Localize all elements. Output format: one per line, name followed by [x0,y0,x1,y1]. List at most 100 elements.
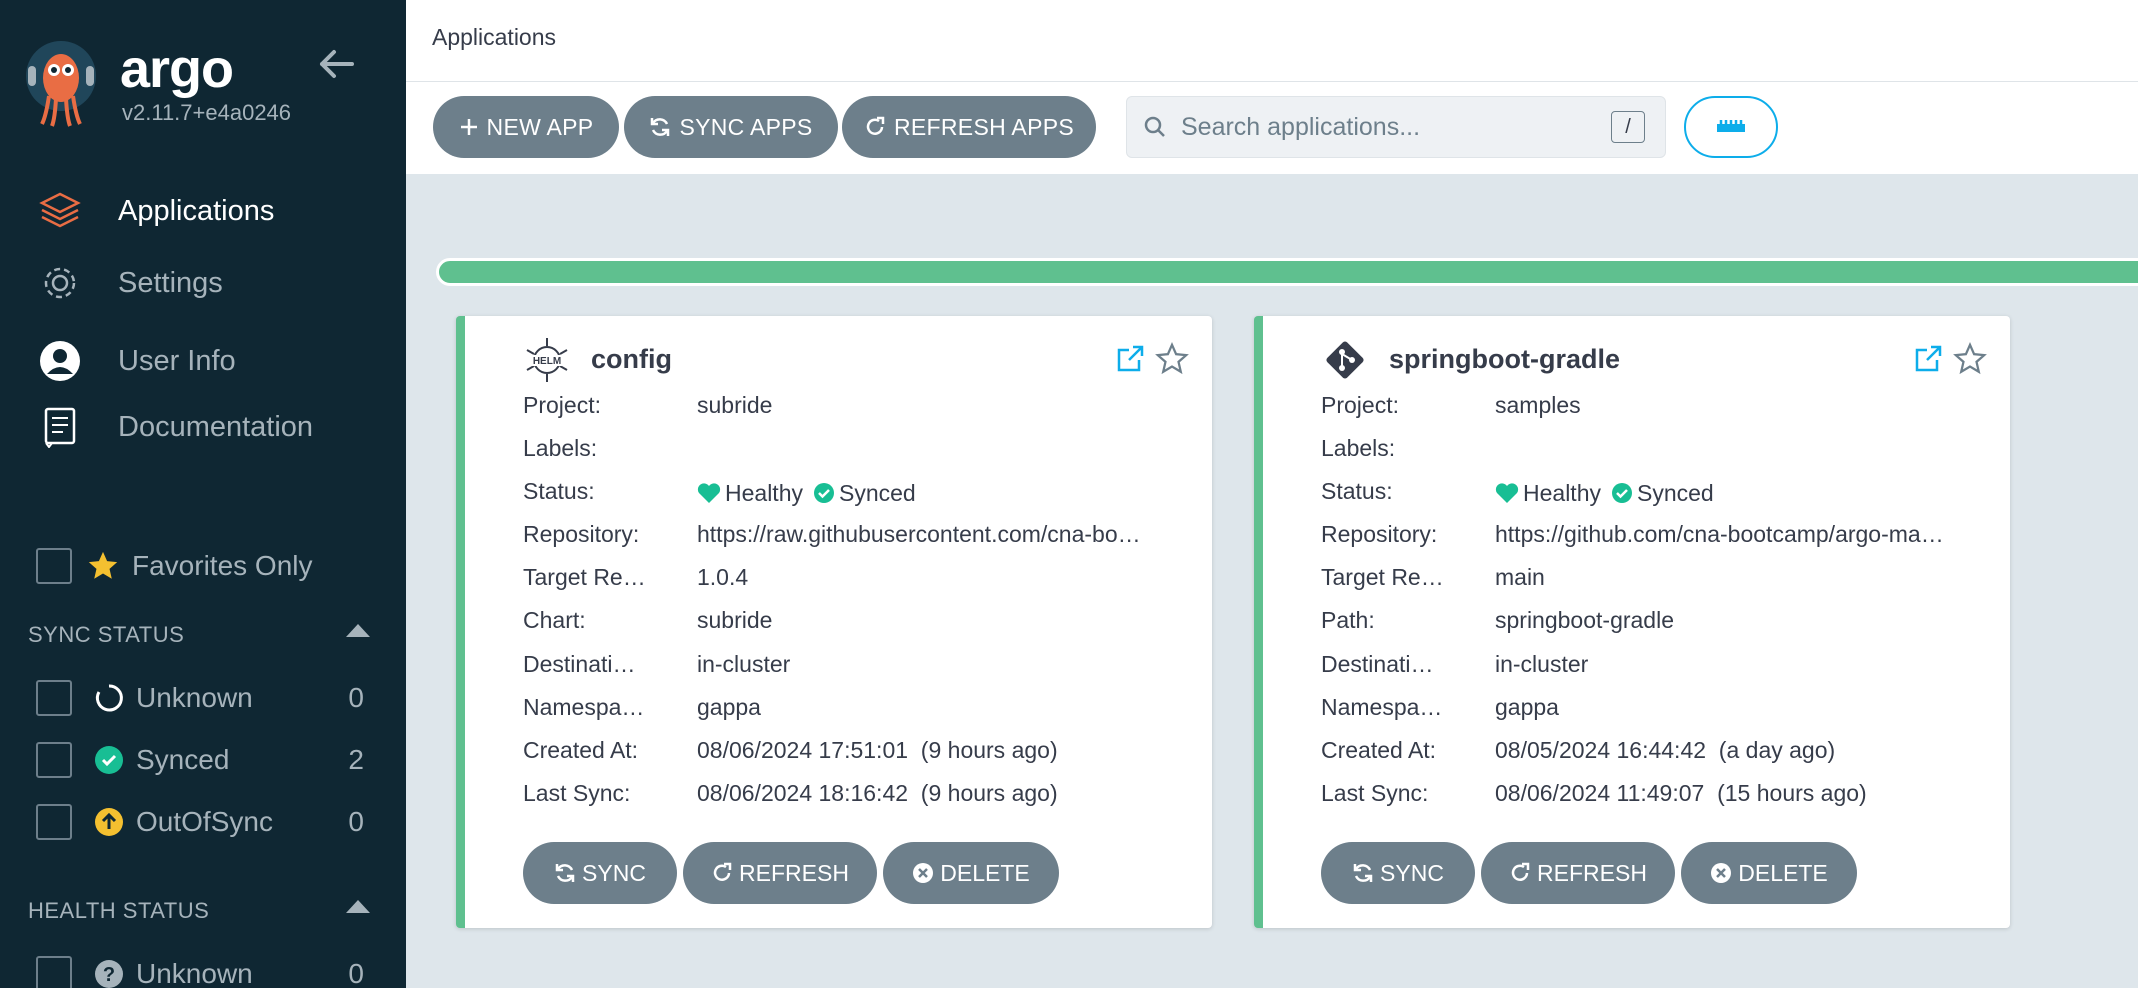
favorite-star-icon[interactable] [1155,342,1189,376]
heart-icon [1495,483,1519,503]
filter-sync-synced[interactable]: Synced 2 [36,740,366,780]
filter-count: 2 [348,744,364,775]
filter-label: Unknown [136,682,253,713]
check-circle-icon [94,745,124,775]
field-project: Project: samples [1321,392,1581,418]
field-status: Status: Healthy Synced [523,478,916,506]
nav-label: Applications [118,194,275,227]
external-link-icon[interactable] [1115,344,1145,374]
search-icon [1144,116,1165,137]
field-project: Project: subride [523,392,773,418]
favorites-filter[interactable]: Favorites Only [36,546,313,586]
health-status-title: HEALTH STATUS [28,898,210,923]
circle-notch-icon [94,683,124,713]
filter-label: Unknown [136,958,253,988]
field-created-at: Created At: 08/06/2024 17:51:01 (9 hours … [523,737,1058,763]
arrow-up-circle-icon [94,807,124,837]
filter-count: 0 [348,958,364,988]
heart-icon [697,483,721,503]
sync-status-title: SYNC STATUS [28,622,185,647]
app-card[interactable]: springboot-gradle Project: samples Labels… [1254,316,2010,928]
field-repository: Repository: https://github.com/cna-bootca… [1321,521,1944,547]
nav-label: Settings [118,266,223,299]
check-circle-icon [813,483,834,503]
refresh-button[interactable]: REFRESH [683,842,877,904]
search-input[interactable] [1181,112,1601,142]
delete-button[interactable]: DELETE [883,842,1059,904]
filter-checkbox[interactable] [36,680,72,716]
toolbar: NEW APP SYNC APPS REFRESH APPS / [406,82,2138,174]
field-labels: Labels: [1321,435,1396,461]
collapse-caret-icon[interactable] [346,900,370,913]
top-bar: Applications [406,0,2138,82]
field-chart: Chart: subride [523,607,773,633]
brand-name: argo [120,39,234,99]
sidebar: argo v2.11.7+e4a0246 Applications Settin… [0,0,406,988]
svg-text:?: ? [103,964,115,986]
field-status: Status: Healthy Synced [1321,478,1714,506]
times-circle-icon [1711,863,1732,883]
filter-checkbox[interactable] [36,956,72,988]
field-destination: Destinati… in-cluster [523,651,791,677]
git-icon [1326,341,1364,379]
filter-label: Synced [136,744,230,775]
sync-icon [651,118,670,136]
filter-checkbox[interactable] [36,742,72,778]
field-target-revision: Target Re… 1.0.4 [523,564,749,590]
nav-settings[interactable]: Settings [36,258,396,308]
book-icon [36,403,84,451]
filter-count: 0 [348,682,364,713]
view-mode-button[interactable] [1684,96,1778,158]
star-icon [88,551,118,579]
check-circle-icon [1611,483,1632,503]
health-status: Healthy [1523,479,1601,506]
search-box[interactable]: / [1126,96,1666,158]
helm-icon: HELM [526,338,568,382]
app-name[interactable]: config [591,344,672,375]
filter-checkbox[interactable] [36,804,72,840]
refresh-apps-button[interactable]: REFRESH APPS [842,96,1096,158]
page-title: Applications [432,24,557,50]
new-app-button[interactable]: NEW APP [433,96,619,158]
field-last-sync: Last Sync: 08/06/2024 18:16:42 (9 hours a… [523,780,1058,806]
field-path: Path: springboot-gradle [1321,607,1675,633]
sync-status: Synced [1636,479,1714,506]
sync-apps-button[interactable]: SYNC APPS [624,96,838,158]
field-repository: Repository: https://raw.githubusercontent… [523,521,1141,547]
sync-apps-label: SYNC APPS [679,113,813,140]
nav-applications[interactable]: Applications [36,186,396,236]
question-circle-icon: ? [94,959,124,988]
tiles-view-icon [1717,120,1745,132]
app-name[interactable]: springboot-gradle [1389,344,1620,375]
app-card[interactable]: HELM config Project: subride Labels: Stat… [456,316,1212,928]
svg-text:HELM: HELM [533,356,561,367]
favorites-checkbox[interactable] [36,548,72,584]
field-created-at: Created At: 08/05/2024 16:44:42 (a day ag… [1321,737,1836,763]
favorite-star-icon[interactable] [1953,342,1987,376]
sync-icon [1353,864,1373,882]
filter-sync-outofsync[interactable]: OutOfSync 0 [36,802,366,842]
filter-label: OutOfSync [136,806,273,837]
sync-button[interactable]: SYNC [523,842,677,904]
refresh-icon [1511,862,1530,881]
sync-button[interactable]: SYNC [1321,842,1475,904]
external-link-icon[interactable] [1913,344,1943,374]
version-label: v2.11.7+e4a0246 [122,100,292,125]
sync-status: Synced [838,479,916,506]
layers-icon [36,187,84,235]
filter-health-unknown[interactable]: ? Unknown 0 [36,954,366,988]
nav-documentation[interactable]: Documentation [36,402,396,452]
refresh-button[interactable]: REFRESH [1481,842,1675,904]
collapse-sidebar-icon[interactable] [316,46,356,82]
nav-user-info[interactable]: User Info [36,336,396,386]
refresh-apps-label: REFRESH APPS [894,113,1074,140]
times-circle-icon [913,863,934,883]
filter-count: 0 [348,806,364,837]
gear-icon [36,259,84,307]
collapse-caret-icon[interactable] [346,624,370,637]
delete-button[interactable]: DELETE [1681,842,1857,904]
nav-label: User Info [118,344,236,377]
user-icon [36,337,84,385]
nav-label: Documentation [118,410,314,443]
filter-sync-unknown[interactable]: Unknown 0 [36,678,366,718]
